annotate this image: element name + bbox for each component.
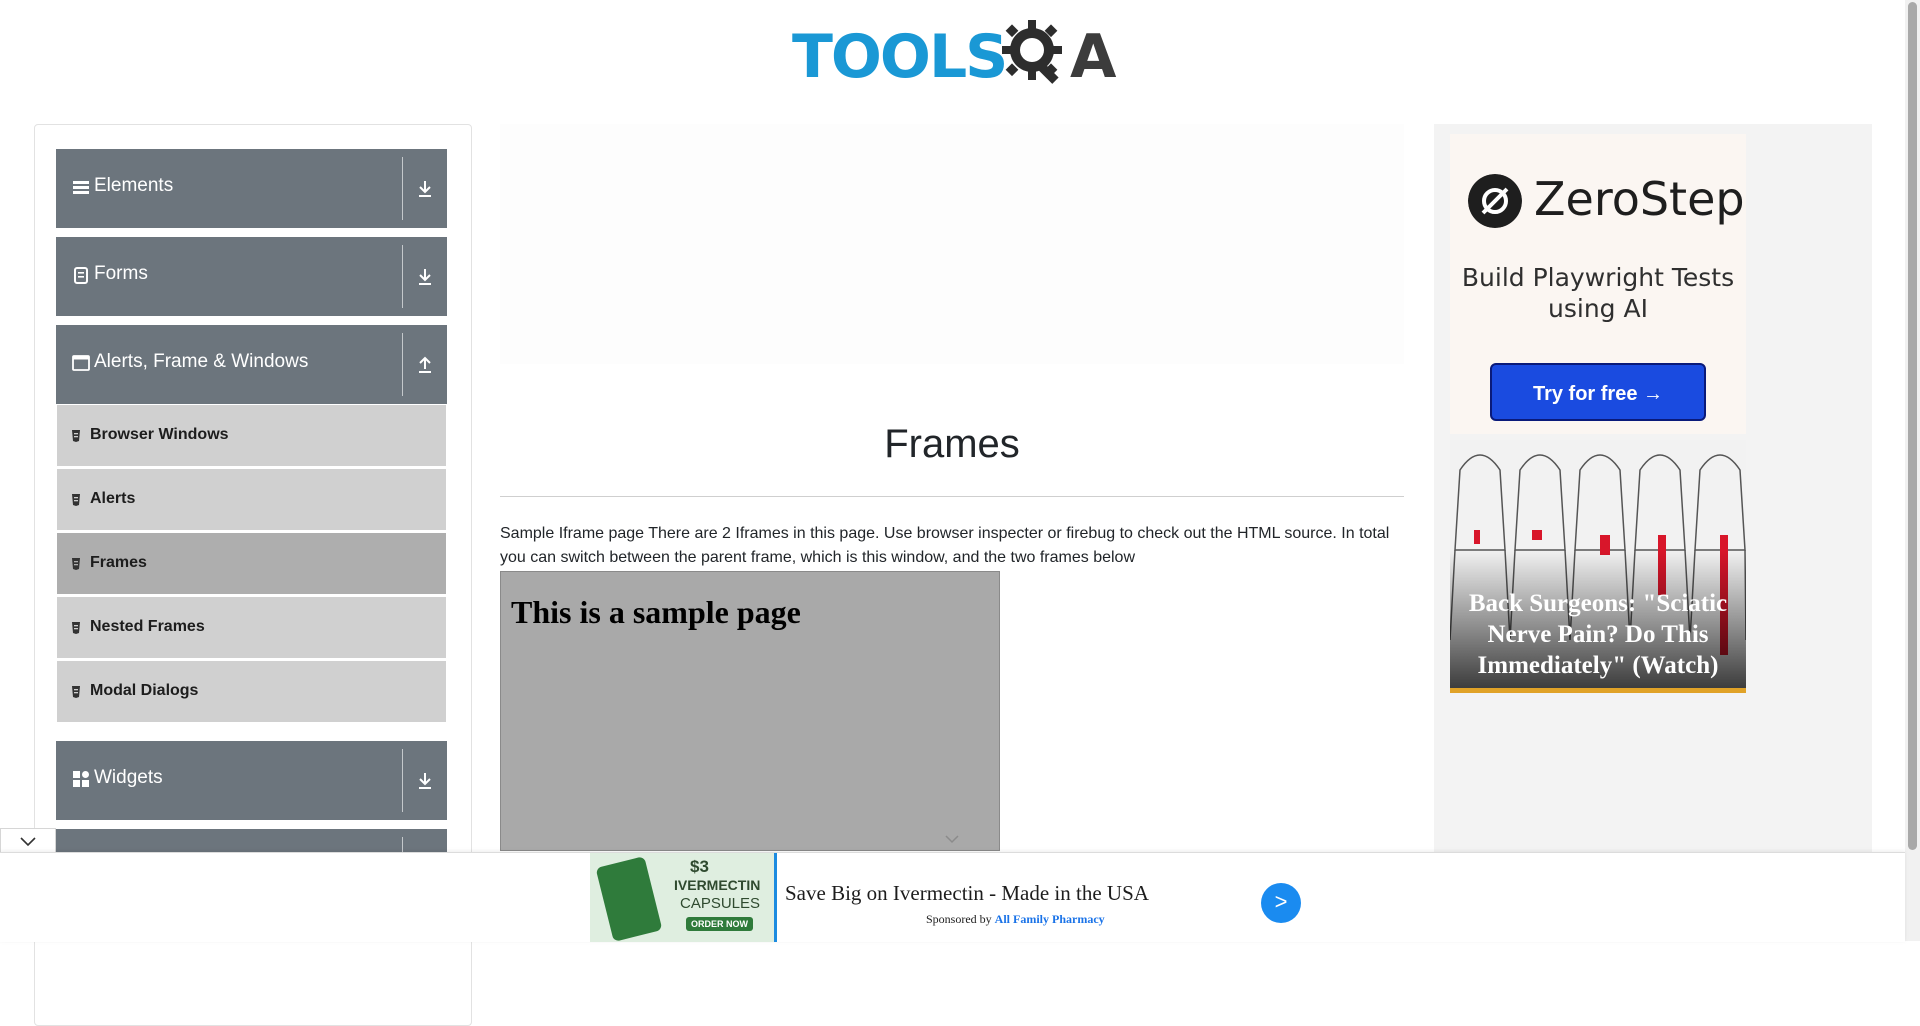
divider [402,333,403,396]
chevron-down-icon [945,835,959,844]
bottle-image [595,856,663,942]
toolsqa-logo[interactable]: TOOLS A [792,14,1117,92]
document-icon [74,267,88,284]
order-now-badge: ORDER NOW [686,917,753,931]
group-label: Forms [94,263,148,284]
intro-text: Sample Iframe page There are 2 Iframes i… [500,525,1390,566]
site-header: TOOLS A [0,0,1905,100]
zerostep-brand: ZeroStep [1534,172,1745,226]
group-widgets[interactable]: Widgets [56,741,447,820]
hamburger-icon [73,181,89,194]
scrollbar-thumb[interactable] [1908,2,1917,850]
group-label: Widgets [94,767,163,788]
ad-go-button[interactable]: > [1261,883,1301,923]
logo-text-a: A [1070,22,1117,92]
product-sub: CAPSULES [680,895,761,912]
top-ad-placeholder [500,124,1404,364]
html-file-icon [72,430,80,442]
gear-magnifier-icon [1002,20,1062,84]
grid-icon [73,771,89,787]
back-surgeons-headline: Back Surgeons: "Sciatic Nerve Pain? Do T… [1468,590,1728,679]
html-file-icon [72,558,80,570]
group-label: Elements [94,175,174,196]
zerostep-tagline: Build Playwright Tests using AI [1461,263,1735,323]
sidebar-item-label: Frames [90,554,147,571]
html-file-icon [72,622,80,634]
try-for-free-button[interactable]: Try for free → [1490,363,1706,421]
sidebar-item-label: Nested Frames [90,618,205,635]
back-surgeons-ad[interactable]: Back Surgeons: "Sciatic Nerve Pain? Do T… [1450,440,1746,693]
divider [402,749,403,812]
sidebar-item-nested-frames[interactable]: Nested Frames [57,597,446,660]
upload-arrow-icon[interactable] [416,353,434,375]
sidebar-item-label: Alerts [90,490,136,507]
product-price: $3 [690,857,709,876]
collapse-ad-button[interactable] [0,828,56,855]
group-label: Alerts, Frame & Windows [94,351,309,372]
frame-heading: This is a sample page [511,594,801,630]
group-elements[interactable]: Elements [56,149,447,228]
sidebar-item-label: Modal Dialogs [90,682,199,699]
sidebar-item-label: Browser Windows [90,426,229,443]
sidebar-item-browser-windows[interactable]: Browser Windows [57,405,446,468]
sidebar-item-frames[interactable]: Frames [57,533,446,596]
zerostep-ad[interactable]: ZeroStep Build Playwright Tests using AI… [1450,134,1746,434]
ad-headline[interactable]: Save Big on Ivermectin - Made in the USA [785,881,1149,906]
group-forms[interactable]: Forms [56,237,447,316]
divider [402,245,403,308]
download-arrow-icon[interactable] [416,177,434,199]
download-arrow-icon[interactable] [416,769,434,791]
html-file-icon [72,494,80,506]
divider [402,157,403,220]
sponsor-link[interactable]: All Family Pharmacy [995,912,1105,926]
sidebar-item-alerts[interactable]: Alerts [57,469,446,532]
frame1-iframe[interactable]: This is a sample page [500,571,1000,851]
html-file-icon [72,686,80,698]
download-arrow-icon[interactable] [416,265,434,287]
ivermectin-product-image[interactable]: $3 IVERMECTIN CAPSULES ORDER NOW [590,853,777,942]
sidebar-item-modal-dialogs[interactable]: Modal Dialogs [57,661,446,724]
sponsored-by-label: Sponsored by [926,912,992,926]
zerostep-logo-icon [1468,174,1522,228]
vertical-scrollbar[interactable] [1905,0,1920,941]
bottom-ad-bar: $3 IVERMECTIN CAPSULES ORDER NOW Save Bi… [0,852,1905,942]
logo-text-tools: TOOLS [792,22,1008,92]
chevron-down-icon [20,837,36,847]
page-title: Frames [884,422,1020,466]
title-divider [500,496,1404,497]
group-alerts-frame-windows[interactable]: Alerts, Frame & Windows [56,325,447,404]
right-ad-column: ZeroStep Build Playwright Tests using AI… [1434,124,1872,924]
product-name: IVERMECTIN [674,877,761,893]
ad-sponsor-line: Sponsored by All Family Pharmacy [926,912,1105,927]
window-icon [72,355,90,371]
